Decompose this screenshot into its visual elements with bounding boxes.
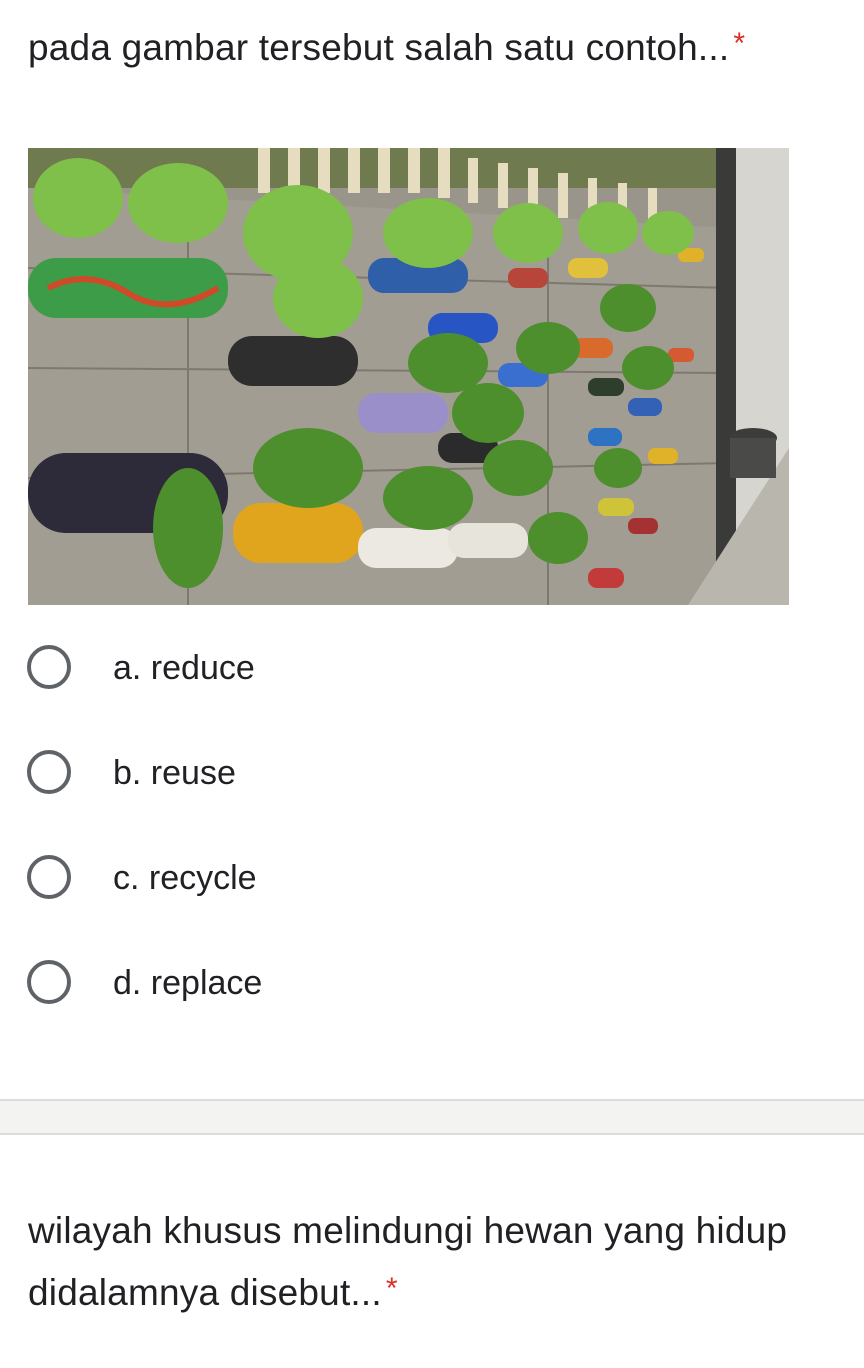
option-label: a. reduce <box>113 649 255 687</box>
radio-button-icon[interactable] <box>27 960 71 1004</box>
option-c[interactable]: c. recycle <box>0 842 864 920</box>
option-d[interactable]: d. replace <box>0 947 864 1025</box>
radio-button-icon[interactable] <box>27 750 71 794</box>
radio-button-icon[interactable] <box>27 645 71 689</box>
section-divider <box>0 1099 864 1135</box>
required-asterisk: * <box>733 27 746 60</box>
question-image-bottle-garden <box>28 148 789 605</box>
question-2-title: wilayah khusus melindungi hewan yang hid… <box>28 1200 818 1324</box>
question-1-title: pada gambar tersebut salah satu contoh..… <box>28 22 858 74</box>
option-a[interactable]: a. reduce <box>0 632 864 710</box>
option-label: b. reuse <box>113 754 236 792</box>
question-1-text: pada gambar tersebut salah satu contoh..… <box>28 27 730 68</box>
question-2-text: wilayah khusus melindungi hewan yang hid… <box>28 1210 788 1313</box>
option-label: c. recycle <box>113 859 257 897</box>
required-asterisk: * <box>385 1272 398 1305</box>
option-label: d. replace <box>113 964 263 1002</box>
option-b[interactable]: b. reuse <box>0 737 864 815</box>
radio-button-icon[interactable] <box>27 855 71 899</box>
